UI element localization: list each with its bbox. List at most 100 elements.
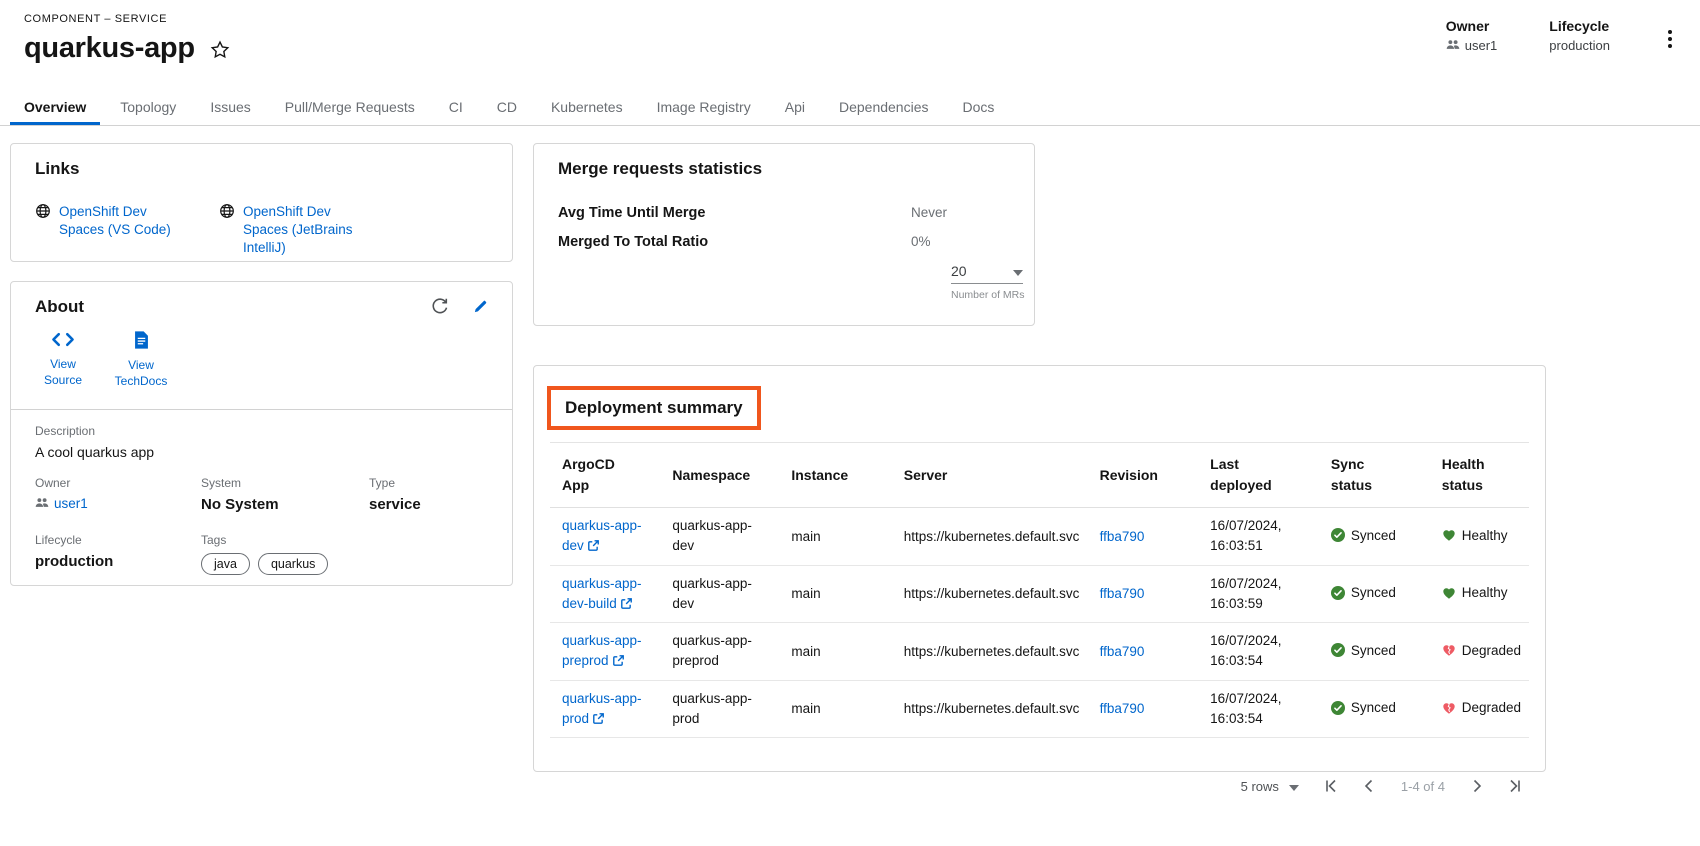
revision-link[interactable]: ffba790 bbox=[1100, 644, 1145, 659]
heart-icon bbox=[1442, 528, 1456, 542]
link-label[interactable]: OpenShift Dev Spaces (VS Code) bbox=[59, 203, 189, 239]
group-icon bbox=[1446, 38, 1460, 53]
revision-link[interactable]: ffba790 bbox=[1100, 529, 1145, 544]
instance-cell: main bbox=[783, 623, 895, 681]
view-techdocs-label: View TechDocs bbox=[113, 358, 169, 389]
number-of-mrs-select[interactable]: 20 bbox=[951, 263, 1023, 284]
tab-image-registry[interactable]: Image Registry bbox=[643, 88, 765, 125]
tab-pull-merge-requests[interactable]: Pull/Merge Requests bbox=[271, 88, 429, 125]
favorite-star-icon[interactable] bbox=[209, 39, 231, 61]
link-devspaces-intellij[interactable]: OpenShift Dev Spaces (JetBrains IntelliJ… bbox=[219, 203, 373, 258]
health-status-cell: Degraded bbox=[1442, 700, 1521, 715]
tag-chip[interactable]: quarkus bbox=[258, 553, 328, 575]
tab-docs[interactable]: Docs bbox=[948, 88, 1008, 125]
broken-heart-icon bbox=[1442, 701, 1456, 715]
code-icon bbox=[51, 331, 75, 353]
about-type-field: Type service bbox=[369, 476, 488, 513]
namespace-cell: quarkus-app-dev bbox=[672, 516, 764, 557]
check-circle-icon bbox=[1331, 701, 1345, 715]
about-lifecycle-field: Lifecycle production bbox=[35, 533, 201, 575]
server-cell: https://kubernetes.default.svc bbox=[896, 565, 1092, 623]
chevron-down-icon bbox=[1013, 263, 1023, 279]
owner-value[interactable]: user1 bbox=[1465, 38, 1498, 53]
col-last-deployed: Last deployed bbox=[1202, 443, 1323, 508]
table-header-row: ArgoCD App Namespace Instance Server Rev… bbox=[550, 443, 1529, 508]
view-source-button[interactable]: View Source bbox=[35, 331, 91, 389]
table-row: quarkus-app-dev-build quarkus-app-dev ma… bbox=[550, 565, 1529, 623]
tab-topology[interactable]: Topology bbox=[106, 88, 190, 125]
chevron-down-icon bbox=[1289, 779, 1299, 794]
server-cell: https://kubernetes.default.svc bbox=[896, 680, 1092, 738]
tab-issues[interactable]: Issues bbox=[196, 88, 264, 125]
page-header: COMPONENT – SERVICE quarkus-app Owner us… bbox=[0, 0, 1700, 88]
view-source-label: View Source bbox=[35, 357, 91, 388]
tab-overview[interactable]: Overview bbox=[10, 88, 100, 125]
kebab-menu-icon[interactable] bbox=[1662, 26, 1678, 52]
argocd-app-link[interactable]: quarkus-app-prod bbox=[562, 689, 656, 730]
link-label[interactable]: OpenShift Dev Spaces (JetBrains IntelliJ… bbox=[243, 203, 373, 258]
check-circle-icon bbox=[1331, 643, 1345, 657]
broken-heart-icon bbox=[1442, 643, 1456, 657]
entity-kind-breadcrumb: COMPONENT – SERVICE bbox=[24, 13, 1676, 25]
last-deployed-cell: 16/07/2024, 16:03:51 bbox=[1210, 516, 1294, 557]
col-namespace: Namespace bbox=[664, 443, 783, 508]
tab-api[interactable]: Api bbox=[771, 88, 819, 125]
lifecycle-label: Lifecycle bbox=[1549, 18, 1610, 34]
tab-cd[interactable]: CD bbox=[483, 88, 531, 125]
instance-cell: main bbox=[783, 565, 895, 623]
description-value: A cool quarkus app bbox=[35, 444, 488, 460]
tab-dependencies[interactable]: Dependencies bbox=[825, 88, 943, 125]
tab-ci[interactable]: CI bbox=[435, 88, 477, 125]
view-techdocs-button[interactable]: View TechDocs bbox=[113, 331, 169, 389]
page-range-label: 1-4 of 4 bbox=[1401, 779, 1445, 794]
document-icon bbox=[134, 331, 149, 354]
col-health-status: Health status bbox=[1434, 443, 1529, 508]
next-page-button[interactable] bbox=[1469, 778, 1485, 794]
heart-icon bbox=[1442, 586, 1456, 600]
namespace-cell: quarkus-app-preprod bbox=[672, 631, 764, 672]
stat-avg-time-until-merge: Avg Time Until Merge Never bbox=[558, 205, 1010, 221]
tab-bar: Overview Topology Issues Pull/Merge Requ… bbox=[0, 88, 1700, 126]
page-title: quarkus-app bbox=[24, 32, 195, 65]
owner-link[interactable]: user1 bbox=[35, 496, 201, 511]
sync-status-cell: Synced bbox=[1331, 700, 1396, 715]
about-card: About View Source View TechDocs Descript… bbox=[10, 281, 513, 586]
last-deployed-cell: 16/07/2024, 16:03:54 bbox=[1210, 689, 1294, 730]
number-of-mrs-caption: Number of MRs bbox=[951, 289, 1023, 301]
argocd-app-link[interactable]: quarkus-app-preprod bbox=[562, 631, 656, 672]
col-sync-status: Sync status bbox=[1323, 443, 1434, 508]
edit-pencil-icon[interactable] bbox=[473, 299, 488, 314]
namespace-cell: quarkus-app-dev bbox=[672, 574, 764, 615]
description-label: Description bbox=[35, 424, 488, 438]
previous-page-button[interactable] bbox=[1361, 778, 1377, 794]
check-circle-icon bbox=[1331, 586, 1345, 600]
merge-stats-card: Merge requests statistics Avg Time Until… bbox=[533, 143, 1035, 326]
col-instance: Instance bbox=[783, 443, 895, 508]
instance-cell: main bbox=[783, 508, 895, 566]
sync-status-cell: Synced bbox=[1331, 643, 1396, 658]
about-card-title: About bbox=[35, 297, 84, 317]
server-cell: https://kubernetes.default.svc bbox=[896, 623, 1092, 681]
col-revision: Revision bbox=[1092, 443, 1203, 508]
tag-chip[interactable]: java bbox=[201, 553, 250, 575]
rows-per-page-select[interactable]: 5 rows bbox=[1241, 779, 1299, 794]
argocd-app-link[interactable]: quarkus-app-dev-build bbox=[562, 574, 656, 615]
about-tags-field: Tags java quarkus bbox=[201, 533, 369, 575]
table-row: quarkus-app-dev quarkus-app-dev main htt… bbox=[550, 508, 1529, 566]
globe-icon bbox=[35, 203, 51, 224]
last-page-button[interactable] bbox=[1507, 778, 1523, 794]
links-card: Links OpenShift Dev Spaces (VS Code) Ope… bbox=[10, 143, 513, 262]
link-devspaces-vscode[interactable]: OpenShift Dev Spaces (VS Code) bbox=[35, 203, 189, 258]
instance-cell: main bbox=[783, 680, 895, 738]
table-row: quarkus-app-preprod quarkus-app-preprod … bbox=[550, 623, 1529, 681]
refresh-icon[interactable] bbox=[431, 297, 449, 315]
check-circle-icon bbox=[1331, 528, 1345, 542]
argocd-app-link[interactable]: quarkus-app-dev bbox=[562, 516, 656, 557]
revision-link[interactable]: ffba790 bbox=[1100, 586, 1145, 601]
revision-link[interactable]: ffba790 bbox=[1100, 701, 1145, 716]
about-system-field: System No System bbox=[201, 476, 369, 513]
first-page-button[interactable] bbox=[1323, 778, 1339, 794]
sync-status-cell: Synced bbox=[1331, 528, 1396, 543]
owner-label: Owner bbox=[1446, 18, 1498, 34]
tab-kubernetes[interactable]: Kubernetes bbox=[537, 88, 637, 125]
